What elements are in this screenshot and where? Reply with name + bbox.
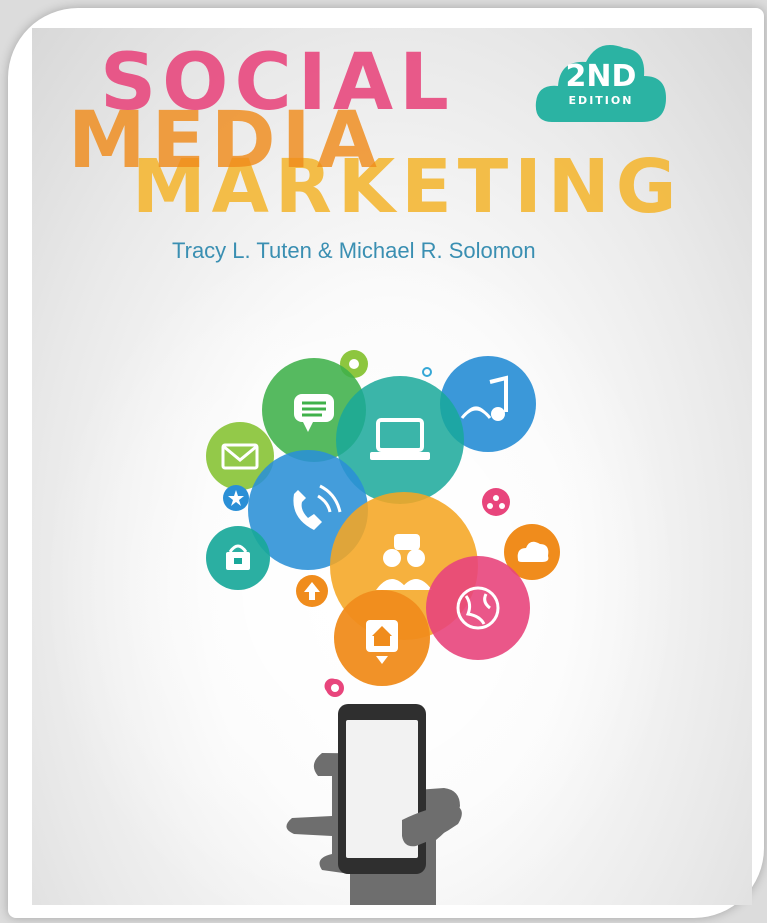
shopping-basket-icon (206, 526, 270, 590)
home-icon (334, 590, 430, 686)
share-icon (482, 488, 510, 516)
globe-icon (426, 556, 530, 660)
title-social: SOCIAL (100, 38, 455, 128)
edition-badge: 2ND EDITION (532, 32, 670, 128)
edition-number: 2ND (565, 59, 637, 94)
upload-icon (296, 575, 328, 607)
star-icon (223, 485, 249, 511)
location-icon (349, 359, 359, 369)
book-cover: 2ND EDITION MARKETING MEDIA SOCIAL Tracy… (32, 28, 752, 905)
gear-icon (326, 679, 344, 697)
edition-label: EDITION (568, 94, 634, 107)
smartphone-icon (338, 704, 426, 874)
authors-line: Tracy L. Tuten & Michael R. Solomon (172, 238, 536, 263)
cover-viewer: 2ND EDITION MARKETING MEDIA SOCIAL Tracy… (0, 0, 767, 923)
